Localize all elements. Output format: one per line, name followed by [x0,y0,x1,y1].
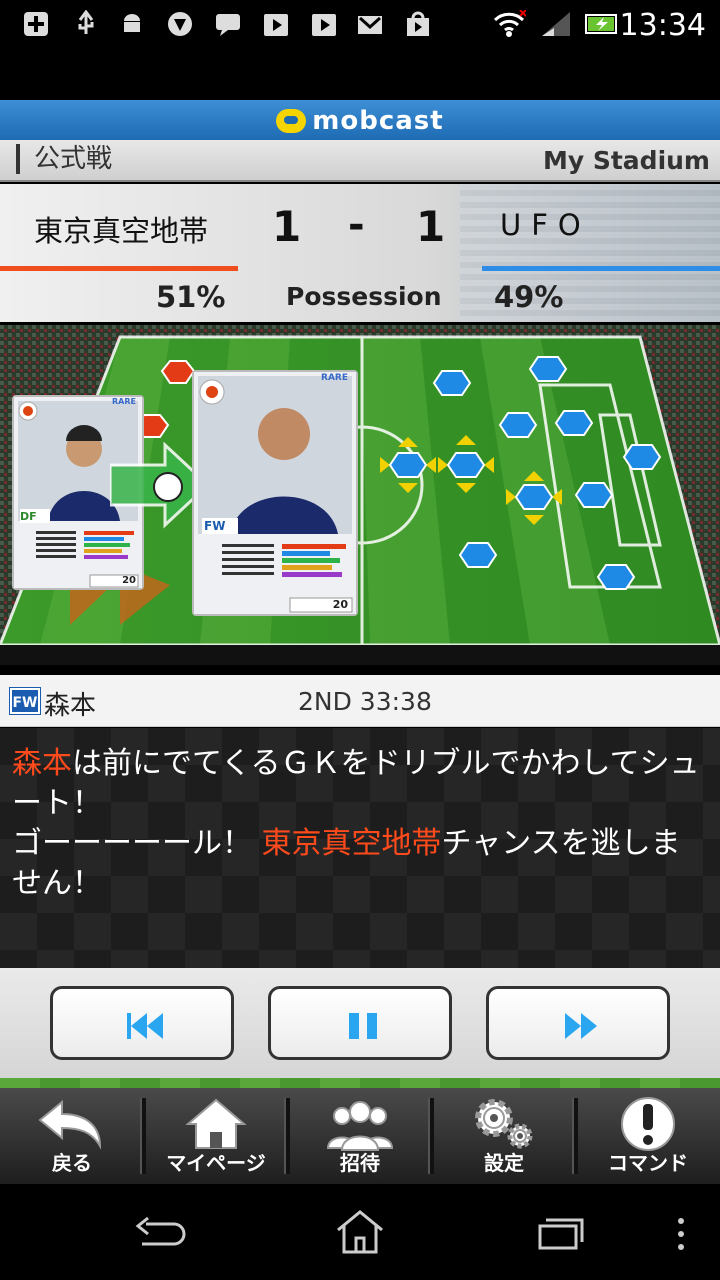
match-time: 2ND 33:38 [298,687,432,716]
people-icon [326,1101,394,1151]
fast-forward-icon [565,1013,597,1039]
card-cost: 20 [122,575,136,586]
player-name: 森本 [44,691,97,721]
card-rarity: RARE [321,373,348,383]
battery-charging-icon [585,14,617,34]
plus-icon [24,12,48,36]
player-card-fw[interactable]: RARE FW 20 [192,370,358,616]
play-store-icon [264,14,288,36]
card-position: FW [204,519,226,533]
usb-icon [78,10,94,34]
home-possession-value: 51% [156,280,226,314]
mobcast-logo[interactable]: mobcast [276,106,443,136]
grass-divider [0,1078,720,1088]
signal-icon [542,12,570,36]
play-store-icon [312,14,336,36]
message-icon [216,14,240,36]
home-icon[interactable] [334,1208,386,1256]
card-cost: 20 [332,598,348,611]
exclamation-icon [621,1097,675,1151]
playback-controls [0,968,720,1080]
score-separator: - [348,202,365,248]
card-position: DF [20,510,37,523]
page-title: 公式戦 [16,144,112,174]
home-score: 1 [272,202,302,251]
home-icon [185,1098,247,1149]
pause-button[interactable] [268,986,452,1060]
highlighted-team: 東京真空地帯 [261,826,442,861]
position-badge: FW [10,688,40,714]
player-card-fw-art [194,372,356,614]
clock: 13:34 [619,8,706,43]
rewind-icon [127,1013,163,1039]
logo-mark-icon [276,109,307,133]
match-pitch: RARE DF 20 RARE FW 20 [0,325,720,665]
nav-command[interactable]: コマンド [576,1088,720,1184]
android-icon [124,14,140,32]
home-possession-bar [0,266,238,271]
home-team-name: 東京真空地帯 [34,214,209,248]
back-arrow-icon [38,1099,102,1150]
away-possession-value: 49% [494,280,564,314]
rewind-button[interactable] [50,986,234,1060]
shopping-bag-icon [407,11,429,36]
bottom-nav: 戻る マイページ 招待 設定 コマンド [0,1088,720,1184]
possession-label: Possession [286,282,442,311]
system-nav-bar [0,1184,720,1280]
highlighted-player: 森本 [12,746,72,781]
back-icon[interactable] [132,1214,188,1254]
stadium-label: My Stadium [542,146,710,175]
gear-icon [475,1099,533,1149]
nav-back[interactable]: 戻る [0,1088,144,1184]
menu-icon[interactable] [674,1216,688,1252]
commentary-line-1: 森本は前にでてくるＧＫをドリブルでかわしてシュート！ [12,746,700,821]
status-bar: 13:34 [0,0,720,50]
away-possession-bar [482,266,720,271]
shield-icon [168,12,192,36]
commentary-line-2: ゴーーーーール！ 東京真空地帯チャンスを逃しません！ [12,826,681,901]
nav-settings[interactable]: 設定 [432,1088,576,1184]
nav-mypage[interactable]: マイページ [144,1088,288,1184]
app-header: mobcast [0,100,720,140]
away-score: 1 [416,202,446,251]
recent-apps-icon[interactable] [536,1216,586,1252]
wifi-icon [493,10,526,37]
pause-icon [349,1013,377,1039]
gmail-icon [358,16,382,34]
card-rarity: RARE [112,397,136,406]
away-team-name: UFO [500,208,591,242]
event-header: FW 森本 2ND 33:38 [0,675,720,727]
nav-invite[interactable]: 招待 [288,1088,432,1184]
commentary-log: 森本は前にでてくるＧＫをドリブルでかわしてシュート！ ゴーーーーール！ 東京真空… [0,728,720,968]
page-subheader: 公式戦 My Stadium [0,140,720,182]
fast-forward-button[interactable] [486,986,670,1060]
scoreboard: 東京真空地帯 1 - 1 UFO 51% Possession 49% [0,184,720,322]
